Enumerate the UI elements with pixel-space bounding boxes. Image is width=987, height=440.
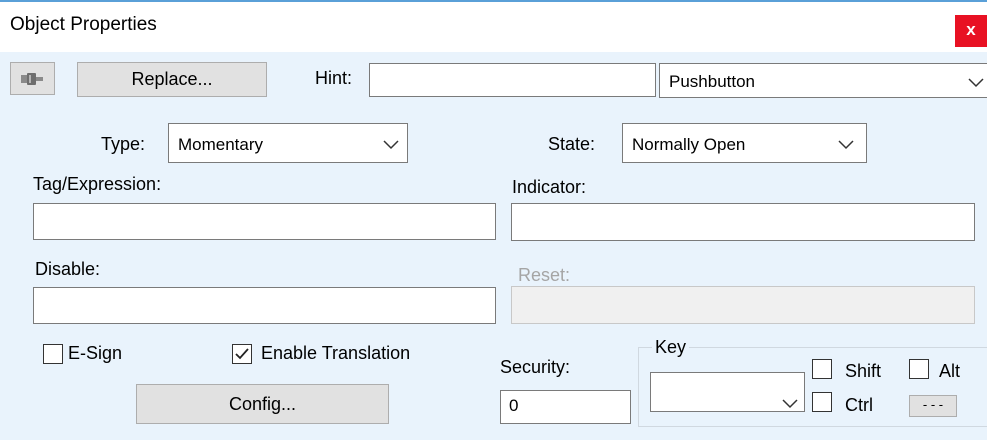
state-value: Normally Open xyxy=(632,135,746,154)
window-title: Object Properties xyxy=(10,14,157,35)
config-button-label: Config... xyxy=(228,394,297,414)
esign-checkbox[interactable] xyxy=(43,344,63,364)
disable-label: Disable: xyxy=(35,259,101,279)
shift-label: Shift xyxy=(845,361,882,381)
security-value: 0 xyxy=(509,396,519,415)
replace-button[interactable]: Replace... xyxy=(77,62,267,97)
object-icon-button[interactable] xyxy=(10,62,55,95)
shift-checkbox[interactable] xyxy=(812,359,832,379)
key-more-button[interactable]: - - - xyxy=(909,395,957,417)
state-label: State: xyxy=(548,134,596,154)
chevron-down-icon xyxy=(968,78,984,88)
chevron-down-icon xyxy=(383,140,399,150)
hint-label: Hint: xyxy=(315,68,353,88)
security-label: Security: xyxy=(500,357,571,377)
ctrl-label: Ctrl xyxy=(845,395,873,415)
enable-translation-checkbox[interactable] xyxy=(232,344,252,364)
replace-button-label: Replace... xyxy=(131,69,213,89)
chevron-down-icon xyxy=(838,140,854,150)
close-button[interactable]: x xyxy=(955,15,987,47)
tag-expression-label: Tag/Expression: xyxy=(33,174,162,194)
pushbutton-icon xyxy=(21,73,43,85)
enable-translation-label: Enable Translation xyxy=(261,343,411,363)
chevron-down-icon xyxy=(782,399,798,409)
hint-input[interactable] xyxy=(369,63,656,97)
type-value: Momentary xyxy=(178,135,264,154)
checkmark-icon xyxy=(235,348,249,360)
state-select[interactable]: Normally Open xyxy=(622,123,867,163)
disable-input[interactable] xyxy=(33,287,496,324)
type-select[interactable]: Momentary xyxy=(168,123,408,163)
reset-input xyxy=(511,286,975,324)
ellipsis-icon: - - - xyxy=(922,397,944,412)
alt-label: Alt xyxy=(939,361,961,381)
object-properties-window: Object Properties x Replace... Hint: Pus… xyxy=(0,0,987,440)
alt-checkbox[interactable] xyxy=(909,359,929,379)
config-button[interactable]: Config... xyxy=(136,384,389,424)
ctrl-checkbox[interactable] xyxy=(812,392,832,412)
indicator-input[interactable] xyxy=(511,203,975,241)
esign-label: E-Sign xyxy=(68,343,123,363)
title-bar: Object Properties x xyxy=(0,0,987,52)
object-type-value: Pushbutton xyxy=(669,72,756,91)
tag-expression-input[interactable] xyxy=(33,203,496,240)
indicator-label: Indicator: xyxy=(512,177,587,197)
type-label: Type: xyxy=(101,134,146,154)
security-input[interactable]: 0 xyxy=(500,390,631,424)
object-type-select[interactable]: Pushbutton xyxy=(659,63,987,98)
reset-label: Reset: xyxy=(518,265,571,285)
properties-panel: Replace... Hint: Pushbutton Type: Moment… xyxy=(0,52,987,440)
close-icon: x xyxy=(966,20,976,39)
key-select[interactable] xyxy=(650,372,805,412)
key-group-label: Key xyxy=(652,337,690,358)
